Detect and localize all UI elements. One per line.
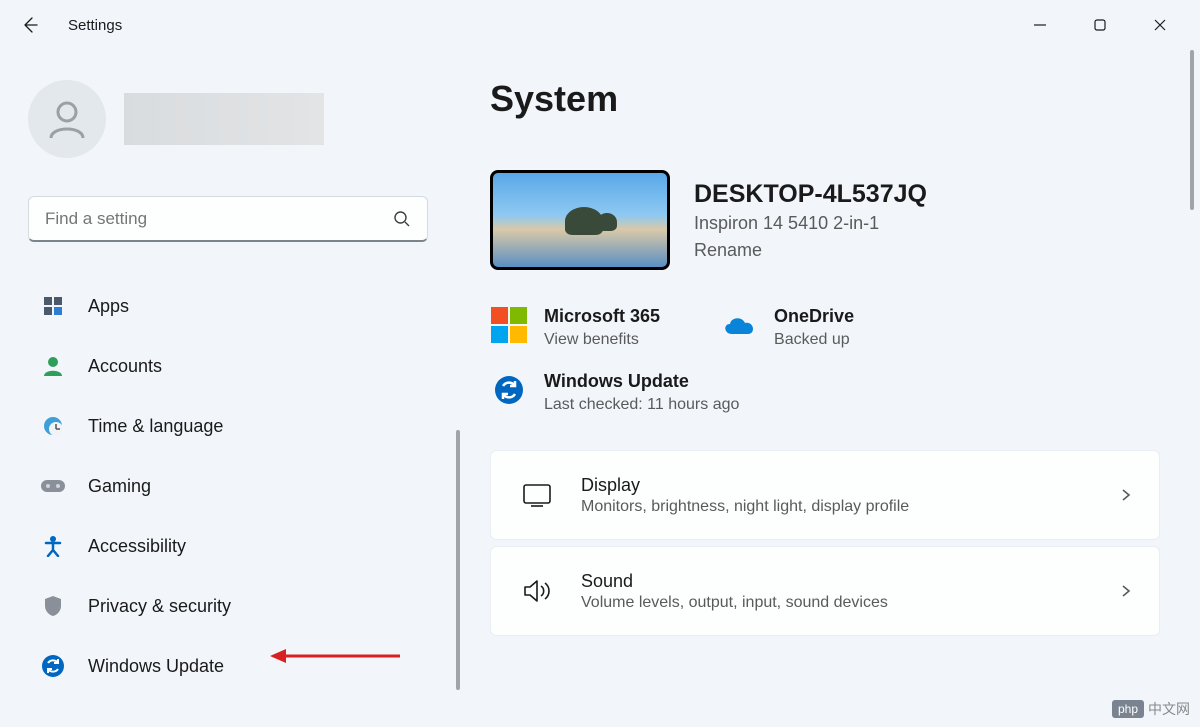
nav-item-gaming[interactable]: Gaming — [28, 462, 432, 510]
minimize-icon — [1033, 18, 1047, 32]
chevron-right-icon — [1119, 584, 1133, 598]
close-icon — [1153, 18, 1167, 32]
maximize-button[interactable] — [1070, 5, 1130, 45]
device-info-row: DESKTOP-4L537JQ Inspiron 14 5410 2-in-1 … — [490, 170, 1160, 270]
time-language-icon — [40, 413, 66, 439]
settings-card-sound[interactable]: Sound Volume levels, output, input, soun… — [490, 546, 1160, 636]
card-title: Sound — [581, 571, 1119, 592]
nav-label: Accessibility — [88, 536, 186, 557]
profile-section[interactable] — [28, 80, 432, 158]
windows-update-icon — [40, 653, 66, 679]
minimize-button[interactable] — [1010, 5, 1070, 45]
rename-link[interactable]: Rename — [694, 240, 927, 261]
device-name: DESKTOP-4L537JQ — [694, 180, 927, 209]
avatar — [28, 80, 106, 158]
search-input[interactable] — [45, 209, 393, 229]
nav-item-privacy-security[interactable]: Privacy & security — [28, 582, 432, 630]
microsoft-365-icon — [490, 306, 528, 344]
maximize-icon — [1093, 18, 1107, 32]
titlebar: Settings — [0, 0, 1200, 50]
search-icon — [393, 210, 411, 228]
device-thumbnail[interactable] — [490, 170, 670, 270]
watermark: php 中文网 — [1112, 699, 1190, 719]
device-model: Inspiron 14 5410 2-in-1 — [694, 213, 927, 234]
annotation-arrow — [270, 648, 400, 664]
back-button[interactable] — [10, 5, 50, 45]
arrow-left-icon — [20, 15, 40, 35]
status-windows-update[interactable]: Windows Update Last checked: 11 hours ag… — [490, 371, 739, 414]
close-button[interactable] — [1130, 5, 1190, 45]
status-title: Windows Update — [544, 371, 739, 392]
person-icon — [44, 96, 90, 142]
nav-label: Accounts — [88, 356, 162, 377]
watermark-badge: php — [1112, 700, 1144, 718]
nav-label: Windows Update — [88, 656, 224, 677]
settings-card-display[interactable]: Display Monitors, brightness, night ligh… — [490, 450, 1160, 540]
status-row-2: Windows Update Last checked: 11 hours ag… — [490, 371, 1160, 414]
apps-icon — [40, 293, 66, 319]
chevron-right-icon — [1119, 488, 1133, 502]
privacy-icon — [40, 593, 66, 619]
nav-item-accounts[interactable]: Accounts — [28, 342, 432, 390]
window-controls — [1010, 5, 1190, 45]
nav-item-accessibility[interactable]: Accessibility — [28, 522, 432, 570]
page-title: System — [490, 78, 1160, 120]
search-box[interactable] — [28, 196, 428, 242]
main-content: System DESKTOP-4L537JQ Inspiron 14 5410 … — [460, 50, 1200, 727]
sidebar: Apps Accounts Time & language Gaming Acc… — [0, 50, 460, 727]
nav-label: Time & language — [88, 416, 223, 437]
accounts-icon — [40, 353, 66, 379]
card-title: Display — [581, 475, 1119, 496]
update-status-icon — [490, 371, 528, 409]
card-sub: Volume levels, output, input, sound devi… — [581, 594, 1119, 612]
status-sub: View benefits — [544, 331, 660, 349]
status-row-1: Microsoft 365 View benefits OneDrive Bac… — [490, 306, 1160, 349]
nav-label: Privacy & security — [88, 596, 231, 617]
nav-label: Gaming — [88, 476, 151, 497]
status-title: OneDrive — [774, 306, 854, 327]
card-sub: Monitors, brightness, night light, displ… — [581, 498, 1119, 516]
status-onedrive[interactable]: OneDrive Backed up — [720, 306, 854, 349]
watermark-text: 中文网 — [1148, 699, 1190, 719]
settings-list: Display Monitors, brightness, night ligh… — [490, 450, 1160, 636]
onedrive-icon — [720, 306, 758, 344]
username-redacted — [124, 93, 324, 145]
nav-item-time-language[interactable]: Time & language — [28, 402, 432, 450]
app-title: Settings — [68, 17, 122, 34]
nav-item-apps[interactable]: Apps — [28, 282, 432, 330]
main-scrollbar[interactable] — [1190, 50, 1194, 210]
status-title: Microsoft 365 — [544, 306, 660, 327]
sound-icon — [517, 578, 557, 604]
status-sub: Backed up — [774, 331, 854, 349]
status-sub: Last checked: 11 hours ago — [544, 396, 739, 414]
display-icon — [517, 483, 557, 507]
gaming-icon — [40, 473, 66, 499]
status-microsoft-365[interactable]: Microsoft 365 View benefits — [490, 306, 660, 349]
accessibility-icon — [40, 533, 66, 559]
nav-label: Apps — [88, 296, 129, 317]
nav-list: Apps Accounts Time & language Gaming Acc… — [28, 282, 432, 690]
